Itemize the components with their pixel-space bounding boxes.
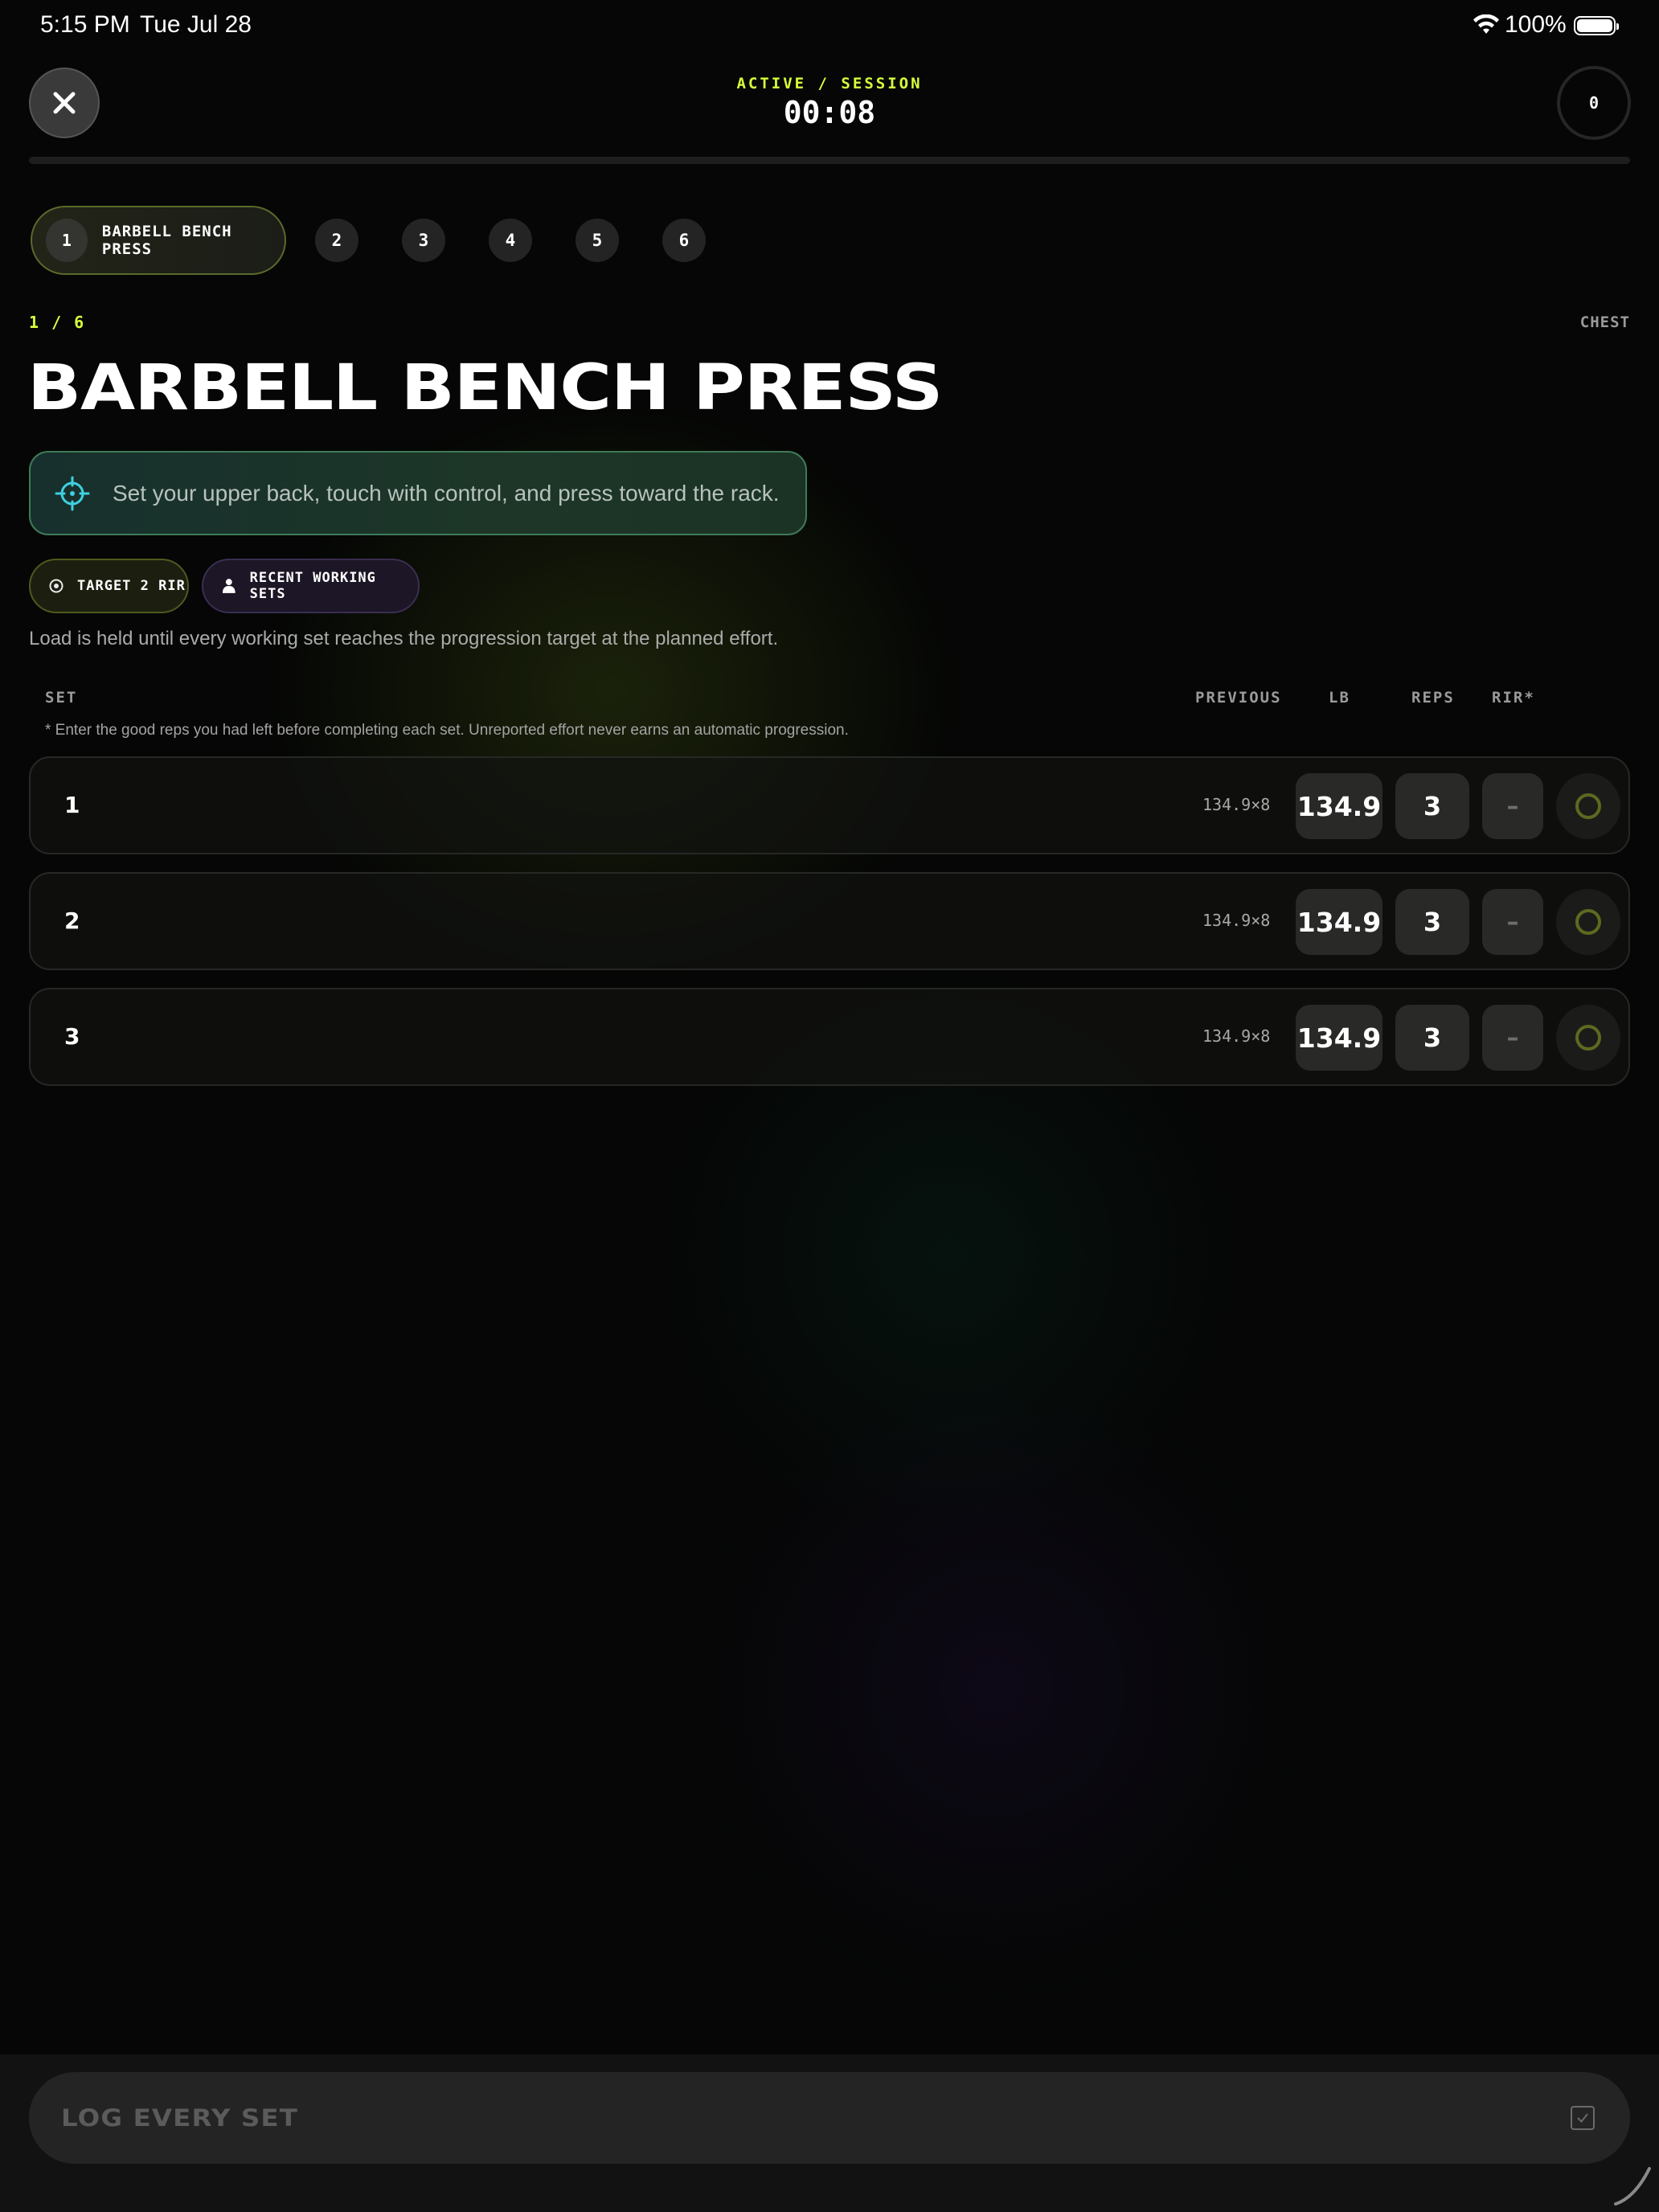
set-row: 3 134.9×8 134.9 3 – [29, 988, 1630, 1086]
reps-input[interactable]: 3 [1395, 1005, 1469, 1071]
previous-value: 134.9×8 [1202, 1026, 1271, 1046]
set-number: 3 [64, 1023, 80, 1050]
recent-sets-chip[interactable]: RECENT WORKING SETS [202, 559, 420, 613]
column-header-load: LB [1329, 689, 1350, 707]
exercise-tab-4[interactable]: 4 [489, 219, 532, 262]
circle-check-icon [1575, 909, 1601, 935]
circle-check-icon [1575, 793, 1601, 819]
column-header-set: SET [45, 689, 78, 707]
set-row: 1 134.9×8 134.9 3 – [29, 756, 1630, 854]
set-number: 2 [64, 907, 80, 934]
column-header-reps: REPS [1411, 689, 1455, 707]
completed-counter: 0 [1557, 66, 1631, 140]
previous-value: 134.9×8 [1202, 911, 1271, 930]
target-rir-chip[interactable]: TARGET 2 RIR [29, 559, 189, 613]
reps-input[interactable]: 3 [1395, 889, 1469, 955]
exercise-tab-number: 1 [46, 219, 88, 262]
complete-set-button[interactable] [1556, 889, 1620, 955]
exercise-index: 1 / 6 [29, 313, 86, 332]
exercise-tab-2[interactable]: 2 [315, 219, 358, 262]
rir-input[interactable]: – [1482, 1005, 1543, 1071]
target-rir-label: TARGET 2 RIR [77, 578, 186, 594]
progression-note: Load is held until every working set rea… [29, 628, 779, 649]
log-every-set-label: LOG EVERY SET [61, 2104, 298, 2132]
session-progress-bar [29, 157, 1630, 164]
column-header-rir: RIR* [1492, 689, 1535, 707]
exercise-title: BARBELL BENCH PRESS [27, 352, 943, 424]
status-time: 5:15 PM [40, 11, 130, 38]
load-input[interactable]: 134.9 [1296, 889, 1382, 955]
home-indicator-corner [1614, 2167, 1651, 2206]
complete-set-button[interactable] [1556, 773, 1620, 839]
wifi-icon [1473, 14, 1499, 34]
status-date: Tue Jul 28 [140, 11, 252, 38]
load-input[interactable]: 134.9 [1296, 1005, 1382, 1071]
exercise-tab-label: BARBELL BENCH PRESS [101, 223, 232, 258]
reps-input[interactable]: 3 [1395, 773, 1469, 839]
battery-icon [1574, 16, 1619, 35]
rir-input[interactable]: – [1482, 773, 1543, 839]
previous-value: 134.9×8 [1202, 795, 1271, 814]
log-every-set-button[interactable]: LOG EVERY SET [29, 2072, 1630, 2164]
crosshair-icon [55, 476, 90, 510]
technique-cue: Set your upper back, touch with control,… [29, 451, 807, 535]
set-number: 1 [64, 792, 80, 818]
exercise-tab-6[interactable]: 6 [662, 219, 706, 262]
checkbox-icon [1571, 2106, 1595, 2130]
muscle-group: CHEST [1579, 313, 1630, 331]
rir-footnote: * Enter the good reps you had left befor… [45, 722, 849, 739]
column-header-previous: PREVIOUS [1195, 689, 1282, 707]
complete-set-button[interactable] [1556, 1005, 1620, 1071]
target-icon [49, 579, 63, 593]
person-icon [222, 579, 236, 593]
load-input[interactable]: 134.9 [1296, 773, 1382, 839]
set-row: 2 134.9×8 134.9 3 – [29, 872, 1630, 970]
battery-percent: 100% [1505, 11, 1567, 38]
session-label: ACTIVE / SESSION [736, 75, 923, 92]
technique-cue-text: Set your upper back, touch with control,… [113, 480, 780, 506]
exercise-tab-5[interactable]: 5 [576, 219, 619, 262]
session-timer: 00:08 [783, 95, 876, 130]
background-glow [0, 0, 1659, 2212]
circle-check-icon [1575, 1025, 1601, 1051]
rir-input[interactable]: – [1482, 889, 1543, 955]
exercise-tab-3[interactable]: 3 [402, 219, 445, 262]
exercise-tab-1[interactable]: 1 BARBELL BENCH PRESS [31, 206, 286, 275]
recent-sets-label: RECENT WORKING SETS [249, 570, 376, 602]
